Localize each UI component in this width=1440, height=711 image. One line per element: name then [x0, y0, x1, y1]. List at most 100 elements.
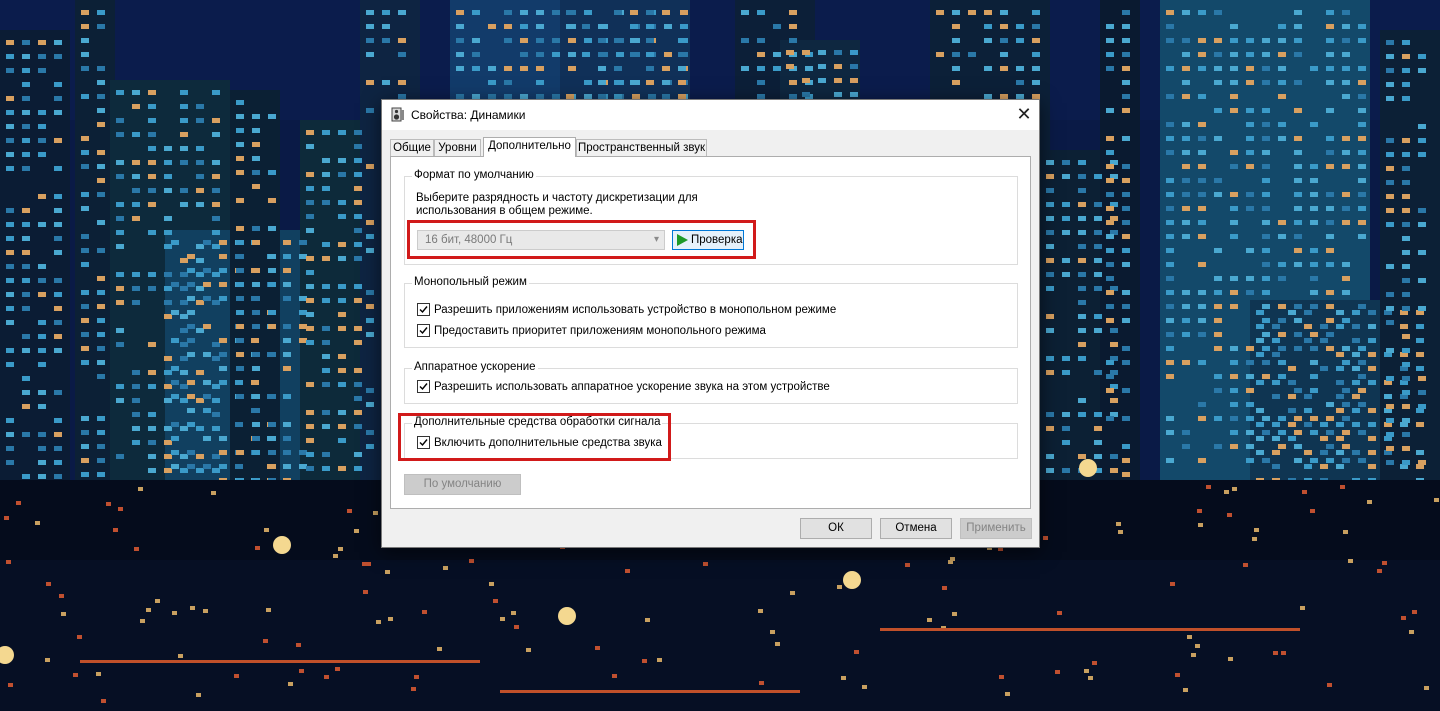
window [354, 242, 362, 247]
window [1122, 304, 1130, 309]
window [338, 382, 346, 387]
window [251, 380, 259, 385]
window [1402, 68, 1410, 73]
window [1000, 38, 1008, 43]
window [1342, 220, 1350, 225]
tab-levels[interactable]: Уровни [434, 139, 481, 156]
window [322, 424, 330, 429]
window [1214, 10, 1222, 15]
window [1352, 450, 1360, 455]
foreground-light [1281, 651, 1286, 655]
window [283, 240, 291, 245]
window [614, 66, 622, 71]
window [1262, 248, 1270, 253]
window [196, 258, 204, 263]
tab-advanced[interactable]: Дополнительно [483, 137, 576, 157]
window [456, 24, 464, 29]
window [366, 430, 374, 435]
window [22, 40, 30, 45]
window [268, 450, 276, 455]
window [1342, 164, 1350, 169]
window [1182, 332, 1190, 337]
window [322, 382, 330, 387]
foreground-light [1434, 498, 1439, 502]
window [1046, 258, 1054, 263]
foreground-light [770, 630, 775, 634]
window [1046, 286, 1054, 291]
window [212, 90, 220, 95]
window [366, 220, 374, 225]
close-button[interactable]: ✕ [1009, 100, 1039, 130]
window [504, 10, 512, 15]
window [1400, 324, 1408, 329]
checkbox[interactable] [417, 324, 430, 337]
window [1046, 426, 1054, 431]
window [180, 468, 188, 473]
window [1342, 262, 1350, 267]
window [1326, 458, 1334, 463]
tab-general[interactable]: Общие [390, 139, 434, 156]
window [1386, 208, 1394, 213]
window [1198, 122, 1206, 127]
window [251, 338, 259, 343]
window [1342, 66, 1350, 71]
window [1402, 362, 1410, 367]
restore-defaults-button[interactable]: По умолчанию [404, 474, 521, 495]
window [741, 66, 749, 71]
window [322, 172, 330, 177]
window [196, 468, 204, 473]
window [757, 10, 765, 15]
window [1182, 430, 1190, 435]
window [1016, 38, 1024, 43]
window [1198, 10, 1206, 15]
window [1062, 174, 1070, 179]
window [1182, 318, 1190, 323]
window [97, 304, 105, 309]
apply-button[interactable]: Применить [960, 518, 1032, 539]
window [252, 366, 260, 371]
window [1182, 122, 1190, 127]
window [164, 356, 172, 361]
window [283, 422, 291, 427]
window [180, 104, 188, 109]
window [1342, 38, 1350, 43]
window [203, 464, 211, 469]
window [38, 278, 46, 283]
window [22, 208, 30, 213]
tab-spatial-sound[interactable]: Пространственный звук [576, 139, 707, 156]
window [1078, 216, 1086, 221]
window [1320, 450, 1328, 455]
window [1294, 38, 1302, 43]
window [97, 346, 105, 351]
window [1342, 430, 1350, 435]
window [1418, 376, 1426, 381]
window [22, 334, 30, 339]
foreground-light [422, 610, 427, 614]
window [952, 10, 960, 15]
checkbox[interactable] [417, 380, 430, 393]
title-bar[interactable]: Свойства: Динамики ✕ [382, 100, 1039, 130]
window [180, 272, 188, 277]
window [22, 306, 30, 311]
window [54, 54, 62, 59]
window [187, 282, 195, 287]
window [1246, 38, 1254, 43]
window [236, 366, 244, 371]
window [116, 300, 124, 305]
window [1062, 160, 1070, 165]
window [132, 216, 140, 221]
window [268, 394, 276, 399]
cancel-button[interactable]: Отмена [880, 518, 952, 539]
window [1166, 178, 1174, 183]
ok-button[interactable]: ОК [800, 518, 872, 539]
window [1386, 194, 1394, 199]
window [1032, 38, 1040, 43]
foreground-light [948, 560, 953, 564]
foreground-light [8, 683, 13, 687]
foreground-light [1302, 490, 1307, 494]
window [6, 152, 14, 157]
window [196, 202, 204, 207]
window [1294, 136, 1302, 141]
foreground-light [59, 594, 64, 598]
checkbox[interactable] [417, 303, 430, 316]
